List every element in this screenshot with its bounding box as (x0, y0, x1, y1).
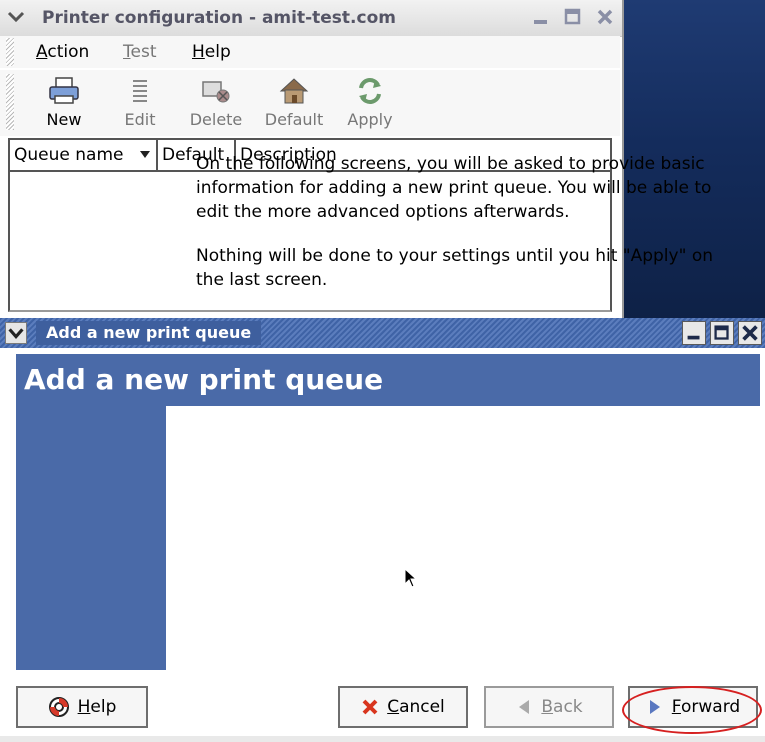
cancel-x-icon (362, 699, 378, 715)
new-label: New (46, 110, 82, 129)
apply-icon (359, 78, 381, 104)
window-menu-icon[interactable] (5, 322, 27, 344)
default-label: Default (264, 110, 324, 129)
forward-highlight-ring (622, 686, 762, 734)
cancel-button[interactable]: Cancel (338, 686, 468, 728)
dialog-title: Add a new print queue (36, 321, 262, 345)
home-icon (279, 78, 309, 104)
back-button[interactable]: Back (484, 686, 614, 728)
close-icon[interactable] (594, 6, 616, 28)
default-button[interactable]: Default (258, 76, 330, 130)
menu-action[interactable]: Action (36, 42, 89, 62)
apply-label: Apply (347, 110, 393, 129)
close-icon[interactable] (738, 321, 762, 345)
dialog-banner: Add a new print queue (16, 354, 760, 406)
cancel-label: Cancel (387, 697, 445, 717)
bottom-border (0, 736, 765, 742)
minimize-icon[interactable] (682, 321, 706, 345)
sort-down-icon (140, 151, 150, 158)
notice-paragraph: Nothing will be done to your settings un… (196, 246, 713, 290)
edit-label: Edit (124, 110, 156, 129)
delete-button[interactable]: Delete (180, 76, 252, 130)
title-bar[interactable]: Printer configuration - amit-test.com (0, 0, 622, 37)
dialog-body-text: On the following screens, you will be as… (196, 152, 746, 312)
back-arrow-icon (519, 700, 530, 714)
toolbar-grip[interactable] (6, 74, 14, 130)
help-button[interactable]: Help (16, 686, 148, 728)
mouse-cursor-icon (404, 568, 418, 588)
window-menu-icon[interactable] (6, 6, 26, 26)
apply-button[interactable]: Apply (334, 76, 406, 130)
menu-test[interactable]: Test (123, 42, 156, 62)
column-queue-name[interactable]: Queue name (10, 140, 158, 170)
edit-button[interactable]: Edit (104, 76, 176, 130)
maximize-icon[interactable] (710, 321, 734, 345)
help-label: Help (77, 697, 117, 717)
maximize-icon[interactable] (562, 6, 584, 28)
lifebuoy-icon (48, 697, 69, 717)
printer-icon (49, 77, 79, 104)
delete-label: Delete (189, 110, 243, 129)
menu-bar: Action Test Help (0, 36, 620, 68)
toolbar: New Edit Delete Default Apply (0, 70, 620, 136)
dialog-title-bar[interactable]: Add a new print queue (0, 318, 765, 348)
window-title: Printer configuration - amit-test.com (42, 8, 396, 28)
new-button[interactable]: New (28, 76, 100, 130)
add-print-queue-dialog: Add a new print queue Add a new print qu… (0, 318, 765, 742)
minimize-icon[interactable] (530, 6, 552, 28)
menubar-grip[interactable] (6, 38, 14, 66)
intro-paragraph: On the following screens, you will be as… (196, 154, 712, 222)
dialog-sidebar (16, 406, 166, 670)
edit-icon (133, 80, 147, 102)
delete-icon (202, 81, 230, 103)
menu-help[interactable]: Help (192, 42, 231, 62)
column-queue-name-label: Queue name (14, 145, 124, 165)
back-label: Back (541, 697, 583, 717)
